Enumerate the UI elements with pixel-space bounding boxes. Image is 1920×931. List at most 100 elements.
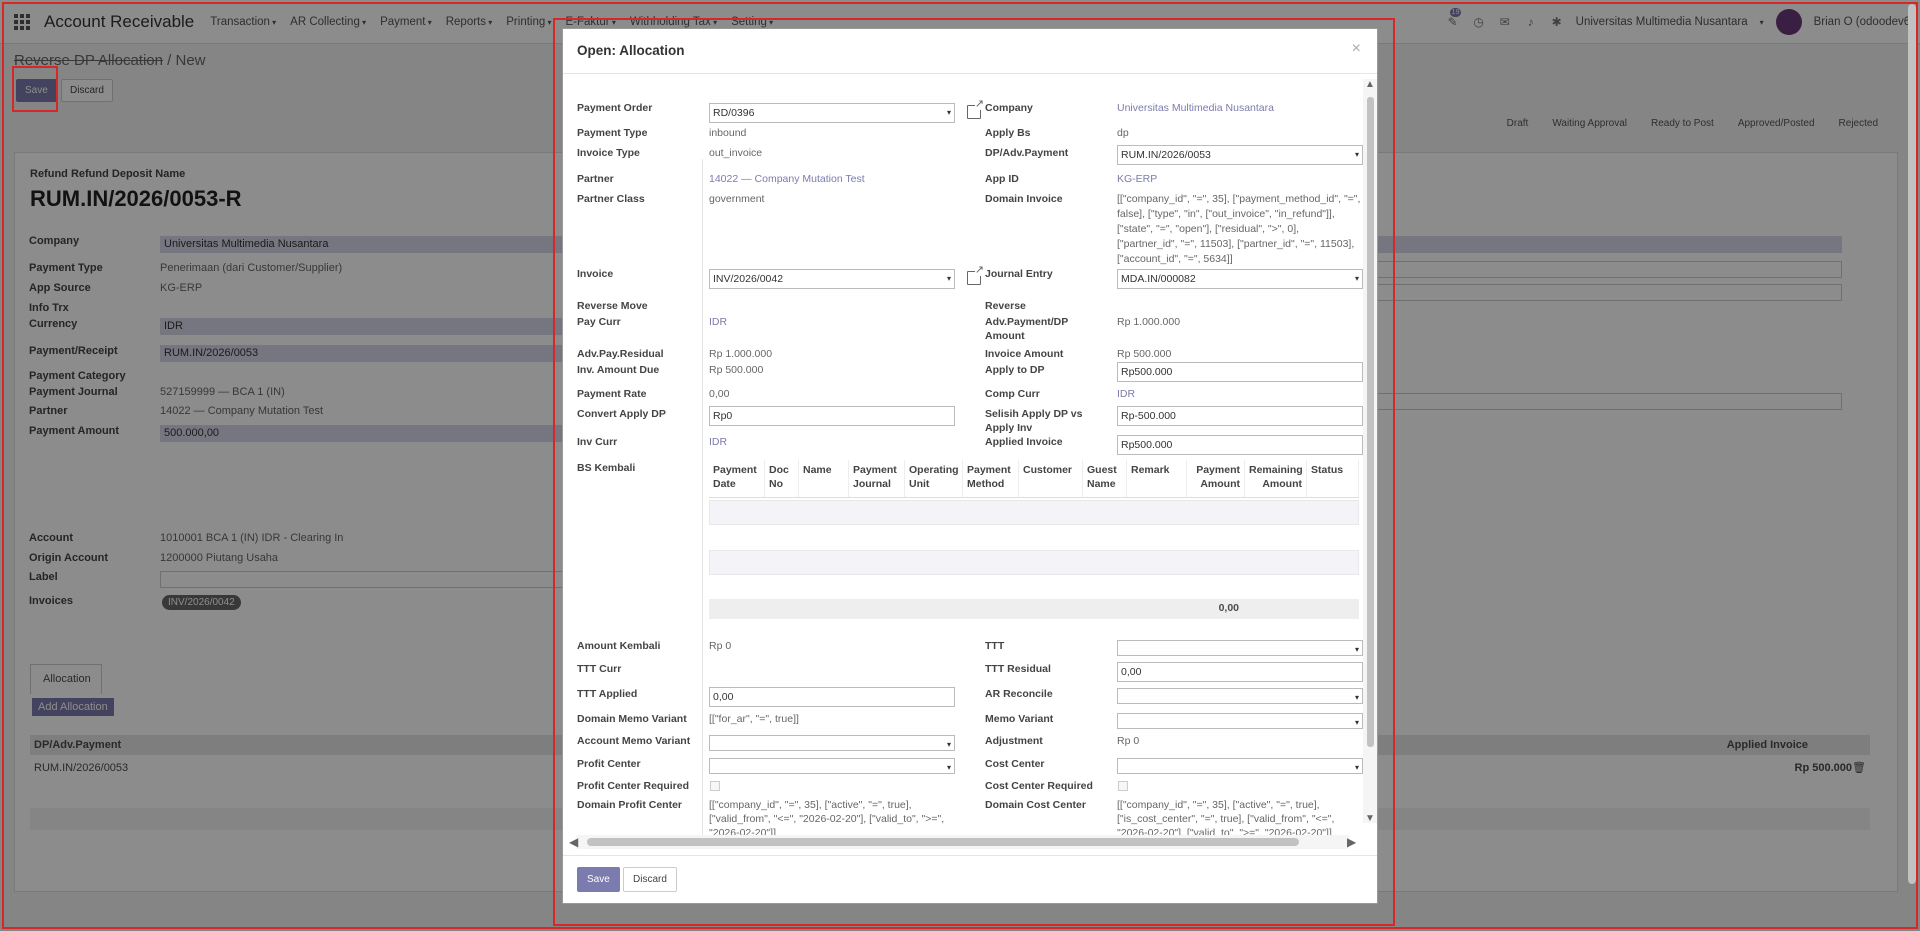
ttt-residual-input[interactable]: 0,00 xyxy=(1117,662,1363,682)
scroll-up-icon[interactable]: ▲ xyxy=(1365,79,1375,90)
scroll-right-icon[interactable]: ▶ xyxy=(1347,835,1356,849)
journal-entry-select[interactable]: MDA.IN/000082 xyxy=(1117,269,1363,289)
partner-label: Partner xyxy=(577,173,614,185)
domain-cost-center-value: [["company_id", "=", 35], ["active", "="… xyxy=(1117,799,1335,839)
modal-vertical-scroll-thumb[interactable] xyxy=(1367,97,1374,747)
scroll-down-icon[interactable]: ▼ xyxy=(1365,813,1375,824)
amount-kembali-value: Rp 0 xyxy=(709,640,732,652)
allocation-modal: Open: Allocation × Payment Order RD/0396… xyxy=(562,28,1378,904)
adjustment-label: Adjustment xyxy=(985,735,1043,747)
partner-class-label: Partner Class xyxy=(577,193,645,205)
reverse-move-label: Reverse Move xyxy=(577,300,648,312)
inv-amount-due-value: Rp 500.000 xyxy=(709,364,764,376)
profit-center-select[interactable] xyxy=(709,758,955,774)
col-status[interactable]: Status xyxy=(1307,460,1359,497)
app-id-link[interactable]: KG-ERP xyxy=(1117,172,1157,186)
pay-curr-link[interactable]: IDR xyxy=(709,315,727,329)
payment-rate-value: 0,00 xyxy=(709,388,730,400)
domain-cost-center-label: Domain Cost Center xyxy=(985,799,1086,811)
apply-bs-label: Apply Bs xyxy=(985,127,1031,139)
col-name[interactable]: Name xyxy=(799,460,849,497)
apply-to-dp-input[interactable]: Rp500.000 xyxy=(1117,362,1363,382)
invoice-type-label: Invoice Type xyxy=(577,147,640,159)
ttt-applied-input[interactable]: 0,00 xyxy=(709,687,955,707)
external-link-icon[interactable] xyxy=(967,265,984,285)
ttt-label: TTT xyxy=(985,640,1005,652)
dp-adv-payment-select[interactable]: RUM.IN/2026/0053 xyxy=(1117,145,1363,165)
profit-center-required-checkbox[interactable] xyxy=(710,781,720,791)
col-payment-date[interactable]: Payment Date xyxy=(709,460,765,497)
col-payment-method[interactable]: Payment Method xyxy=(963,460,1019,497)
adv-pay-residual-value: Rp 1.000.000 xyxy=(709,348,773,360)
convert-apply-dp-input[interactable]: Rp0 xyxy=(709,406,955,426)
external-link-icon[interactable] xyxy=(967,99,984,119)
memo-variant-label: Memo Variant xyxy=(985,713,1054,725)
modal-discard-button[interactable]: Discard xyxy=(623,867,677,892)
domain-memo-variant-label: Domain Memo Variant xyxy=(577,713,687,725)
modal-save-button[interactable]: Save xyxy=(577,867,620,892)
adv-pay-residual-label: Adv.Pay.Residual xyxy=(577,348,664,360)
payment-type-value: inbound xyxy=(709,127,747,139)
bs-kembali-label: BS Kembali xyxy=(577,462,636,474)
col-payment-amount[interactable]: Payment Amount xyxy=(1187,460,1245,497)
dp-adv-payment-label: DP/Adv.Payment xyxy=(985,147,1069,159)
domain-profit-center-value: [["company_id", "=", 35], ["active", "="… xyxy=(709,799,945,839)
close-icon[interactable]: × xyxy=(1352,40,1361,58)
apply-to-dp-label: Apply to DP xyxy=(985,364,1045,376)
col-remaining-amount[interactable]: Remaining Amount xyxy=(1245,460,1307,497)
ar-reconcile-select[interactable] xyxy=(1117,688,1363,704)
invoice-type-value: out_invoice xyxy=(709,147,763,159)
ttt-residual-label: TTT Residual xyxy=(985,663,1051,675)
col-customer[interactable]: Customer xyxy=(1019,460,1083,497)
applied-invoice-input[interactable]: Rp500.000 xyxy=(1117,435,1363,455)
invoice-label: Invoice xyxy=(577,268,614,280)
profit-center-label: Profit Center xyxy=(577,758,641,770)
ttt-curr-label: TTT Curr xyxy=(577,663,622,675)
col-operating-unit[interactable]: Operating Unit xyxy=(905,460,963,497)
domain-invoice-label: Domain Invoice xyxy=(985,193,1063,205)
col-doc-no[interactable]: Doc No xyxy=(765,460,799,497)
col-guest-name[interactable]: Guest Name xyxy=(1083,460,1127,497)
modal-body: Payment Order RD/0396 Payment Type inbou… xyxy=(563,79,1363,863)
payment-type-label: Payment Type xyxy=(577,127,648,139)
payment-order-label: Payment Order xyxy=(577,102,653,114)
memo-variant-select[interactable] xyxy=(1117,713,1363,729)
account-memo-variant-label: Account Memo Variant xyxy=(577,735,691,747)
selisih-label: Selisih Apply DP vs Apply Inv xyxy=(985,408,1083,434)
ttt-applied-label: TTT Applied xyxy=(577,688,638,700)
table-row[interactable] xyxy=(709,550,1359,575)
divider xyxy=(702,159,703,849)
comp-curr-label: Comp Curr xyxy=(985,388,1040,400)
journal-entry-label: Journal Entry xyxy=(985,268,1053,280)
cost-center-required-checkbox[interactable] xyxy=(1118,781,1128,791)
divider xyxy=(563,855,1377,856)
selisih-input[interactable]: Rp-500.000 xyxy=(1117,406,1363,426)
col-payment-journal[interactable]: Payment Journal xyxy=(849,460,905,497)
modal-horizontal-scroll-thumb[interactable] xyxy=(587,838,1299,846)
ar-reconcile-label: AR Reconcile xyxy=(985,688,1053,700)
account-memo-variant-select[interactable] xyxy=(709,735,955,751)
payment-order-select[interactable]: RD/0396 xyxy=(709,103,955,123)
ttt-select[interactable] xyxy=(1117,640,1363,656)
cost-center-required-label: Cost Center Required xyxy=(985,780,1093,792)
bs-grid-total: 0,00 xyxy=(709,599,1359,619)
pay-curr-label: Pay Curr xyxy=(577,316,621,328)
cost-center-label: Cost Center xyxy=(985,758,1045,770)
payment-rate-label: Payment Rate xyxy=(577,388,647,400)
partner-link[interactable]: 14022 — Company Mutation Test xyxy=(709,172,865,186)
comp-curr-link[interactable]: IDR xyxy=(1117,387,1135,401)
col-remark[interactable]: Remark xyxy=(1127,460,1187,497)
company-label: Company xyxy=(985,102,1033,114)
company-link[interactable]: Universitas Multimedia Nusantara xyxy=(1117,101,1274,115)
domain-memo-variant-value: [["for_ar", "=", true]] xyxy=(709,713,799,725)
scroll-left-icon[interactable]: ◀ xyxy=(569,835,578,849)
invoice-select[interactable]: INV/2026/0042 xyxy=(709,269,955,289)
amount-kembali-label: Amount Kembali xyxy=(577,640,661,652)
modal-title: Open: Allocation xyxy=(577,43,685,58)
table-row[interactable] xyxy=(709,500,1359,525)
adv-payment-amount-label: Adv.Payment/DP Amount xyxy=(985,316,1069,342)
bs-grid-header: Payment Date Doc No Name Payment Journal… xyxy=(709,460,1359,498)
cost-center-select[interactable] xyxy=(1117,758,1363,774)
reverse-label: Reverse xyxy=(985,300,1026,312)
inv-curr-link[interactable]: IDR xyxy=(709,435,727,449)
